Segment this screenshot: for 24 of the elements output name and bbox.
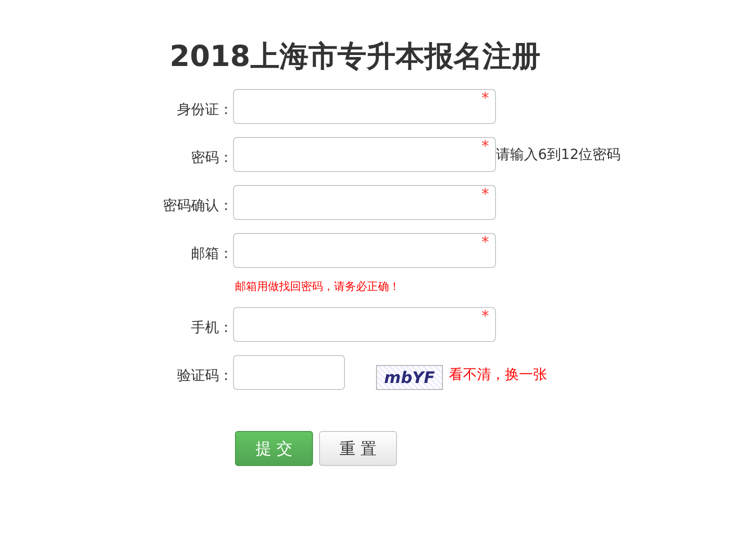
required-mark: * [482,235,489,250]
field-label: 邮箱： [190,245,233,264]
required-mark: * [482,91,489,106]
reset-button[interactable]: 重 置 [319,431,397,466]
input-field[interactable]: * [233,89,496,124]
field-label: 密码确认： [162,197,233,216]
required-mark: * [482,187,489,202]
captcha-image: mbYF [376,365,443,390]
refresh-link[interactable]: 看不清，换一张 [449,365,547,390]
input-field[interactable]: * [233,137,496,172]
warning-note: 邮箱用做找回密码，请务必正确！ [235,280,401,294]
input-field[interactable]: * [233,185,496,220]
field-label: 验证码： [176,367,233,386]
captcha-field[interactable] [233,355,345,390]
page-title: 2018上海市专升本报名注册 [168,38,542,75]
input-field[interactable]: * [233,233,496,268]
hint-text: 请输入6到12位密码 [496,146,621,165]
submit-button[interactable]: 提 交 [235,431,313,466]
required-mark: * [482,139,489,154]
field-label: 身份证： [176,101,233,120]
input-field[interactable]: * [233,307,496,342]
required-mark: * [482,309,489,324]
field-label: 密码： [190,149,233,168]
field-label: 手机： [190,319,233,338]
